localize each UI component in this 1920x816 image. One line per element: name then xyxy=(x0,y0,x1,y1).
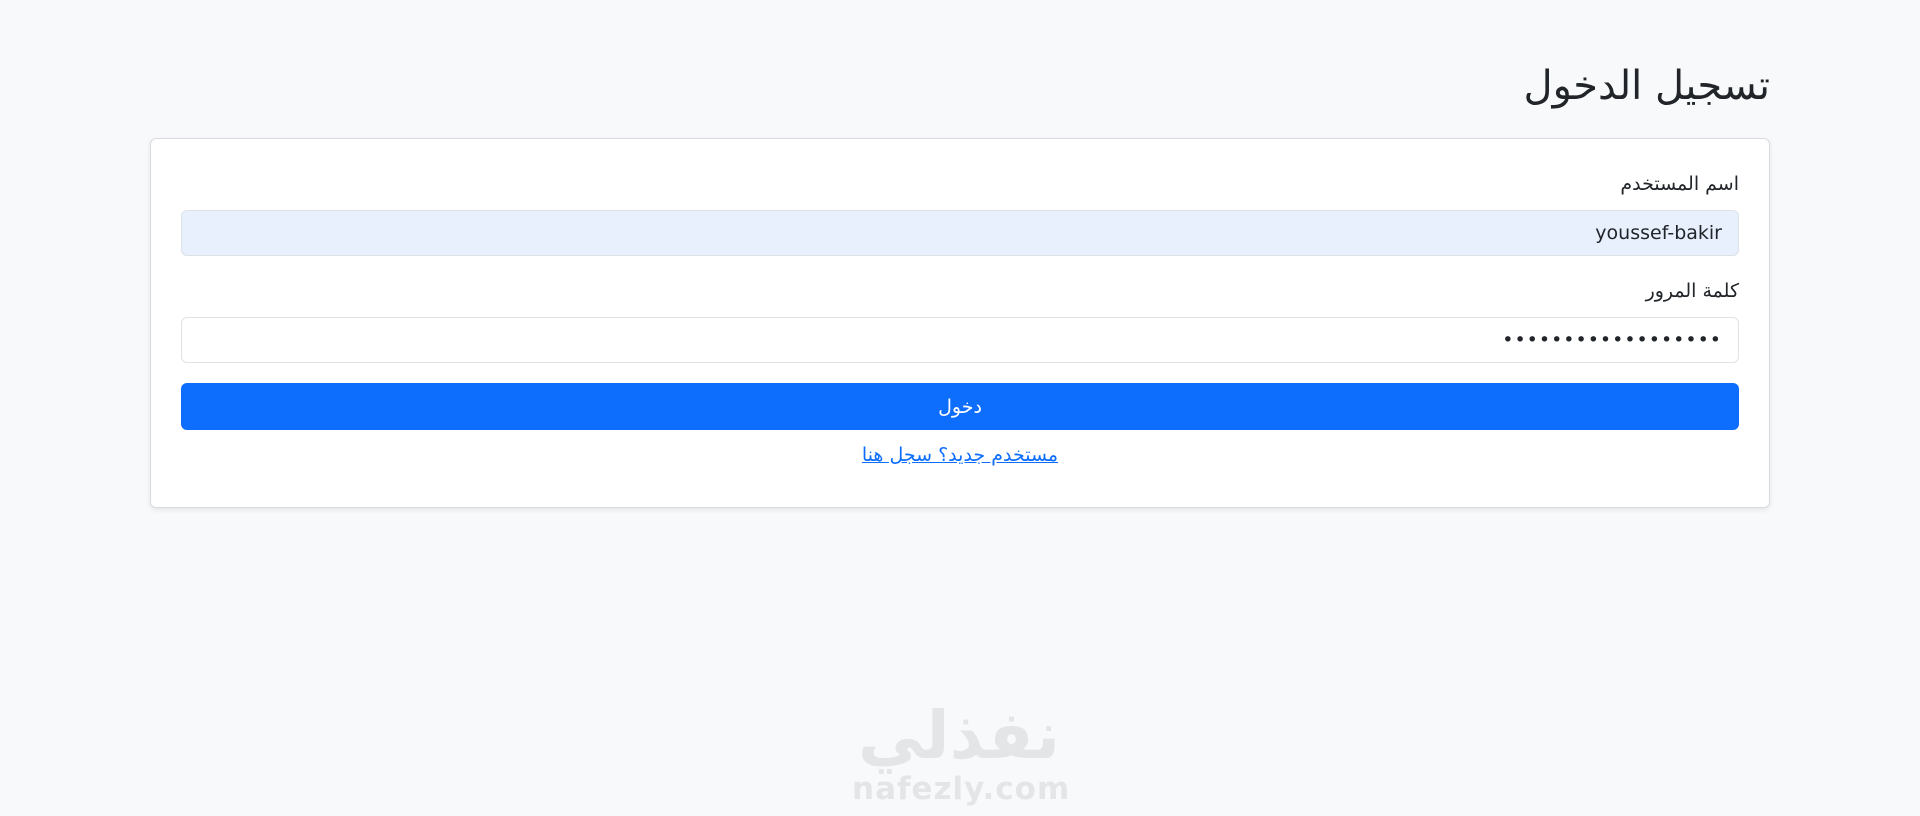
page-title: تسجيل الدخول xyxy=(1523,63,1770,109)
username-input[interactable] xyxy=(181,210,1739,256)
login-form: اسم المستخدم كلمة المرور دخول مستخدم جدي… xyxy=(181,139,1739,507)
register-link-row: مستخدم جديد؟ سجل هنا xyxy=(181,442,1739,468)
watermark-url: nafezly.com xyxy=(852,771,1071,807)
login-card: اسم المستخدم كلمة المرور دخول مستخدم جدي… xyxy=(150,138,1770,508)
password-label: كلمة المرور xyxy=(1645,280,1739,302)
login-button[interactable]: دخول xyxy=(181,383,1739,430)
watermark-logo-text: نفذلي xyxy=(858,697,1060,774)
username-label: اسم المستخدم xyxy=(1620,173,1739,195)
password-input[interactable] xyxy=(181,317,1739,363)
login-page: تسجيل الدخول اسم المستخدم كلمة المرور دخ… xyxy=(0,0,1920,816)
register-link[interactable]: مستخدم جديد؟ سجل هنا xyxy=(862,444,1058,466)
watermark-logo: نفذلي nafezly.com xyxy=(852,697,1071,816)
